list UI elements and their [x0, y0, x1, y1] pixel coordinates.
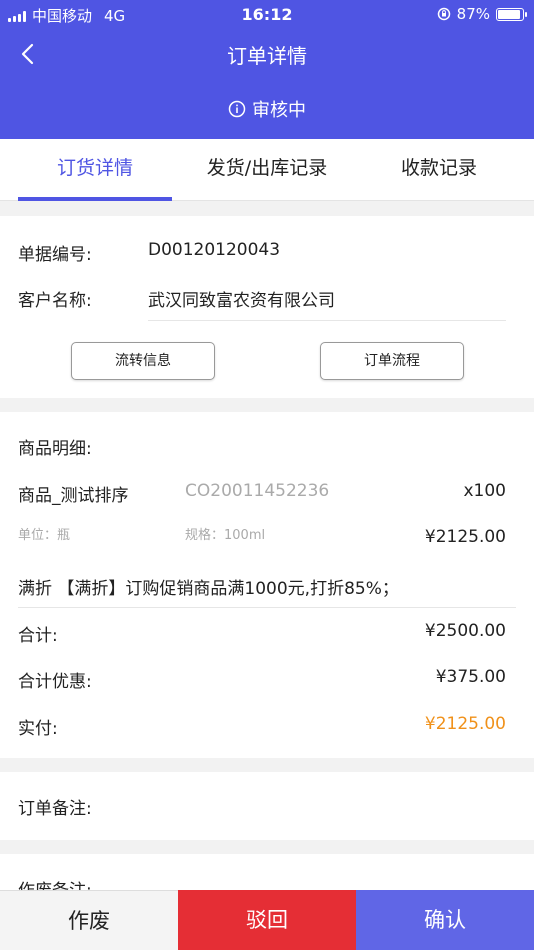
order-remark-card[interactable]: 订单备注:: [0, 772, 534, 840]
discount-label: 合计优惠:: [18, 672, 92, 692]
status-bar: 中国移动 4G 16:12 87%: [0, 0, 534, 28]
flow-info-button[interactable]: 流转信息: [71, 342, 215, 380]
confirm-button[interactable]: 确认: [356, 890, 534, 950]
order-info-card: 单据编号: D00120120043 客户名称: 武汉同致富农资有限公司 流转信…: [0, 216, 534, 398]
customer-label: 客户名称:: [18, 291, 92, 311]
tab-order-details[interactable]: 订货详情: [18, 139, 172, 201]
promotion-text: 满折 【满折】订购促销商品满1000元,打折85%；: [18, 579, 399, 599]
bottom-action-bar: 作废 驳回 确认: [0, 890, 534, 950]
tab-indicator: [18, 197, 172, 201]
paid-value: ¥2125.00: [424, 714, 506, 734]
tab-shipping-records[interactable]: 发货/出库记录: [182, 139, 352, 201]
goods-card: 商品明细: 商品_测试排序 CO20011452236 x100 单位：瓶 规格…: [0, 412, 534, 758]
void-button[interactable]: 作废: [0, 890, 178, 950]
goods-unit: 单位：瓶: [18, 528, 71, 543]
goods-code: CO20011452236: [185, 481, 330, 501]
customer-value: 武汉同致富农资有限公司: [148, 291, 335, 311]
order-status: 审核中: [0, 96, 534, 122]
tab-bar: 订货详情 发货/出库记录 收款记录: [0, 139, 534, 201]
paid-label: 实付:: [18, 719, 58, 739]
divider: [148, 320, 506, 321]
tab-payment-records[interactable]: 收款记录: [362, 139, 516, 201]
total-label: 合计:: [18, 626, 58, 646]
battery-icon: [496, 7, 527, 21]
page-title: 订单详情: [227, 44, 307, 68]
order-status-label: 审核中: [252, 100, 306, 121]
goods-spec: 规格：100ml: [185, 528, 266, 543]
void-remark-card[interactable]: 作废备注:: [0, 854, 534, 890]
goods-name: 商品_测试排序: [18, 486, 129, 506]
rotation-lock-icon: [437, 7, 450, 21]
doc-no-label: 单据编号:: [18, 245, 92, 265]
battery-percent: 87%: [456, 5, 490, 23]
status-bar-right: 87%: [437, 5, 527, 23]
void-remark-label: 作废备注:: [18, 876, 92, 890]
goods-section-label: 商品明细:: [18, 439, 92, 459]
doc-no-value: D00120120043: [148, 240, 281, 260]
order-flow-button[interactable]: 订单流程: [320, 342, 464, 380]
discount-value: ¥375.00: [435, 667, 506, 687]
reject-button[interactable]: 驳回: [178, 890, 356, 950]
total-value: ¥2500.00: [424, 621, 506, 641]
info-circle-icon: [228, 100, 246, 118]
goods-quantity: x100: [463, 481, 506, 501]
divider: [18, 607, 516, 608]
order-remark-label: 订单备注:: [18, 799, 92, 819]
header: 中国移动 4G 16:12 87% 订单详情 审核中: [0, 0, 534, 139]
nav-bar: 订单详情: [0, 32, 534, 76]
goods-price: ¥2125.00: [424, 527, 506, 547]
